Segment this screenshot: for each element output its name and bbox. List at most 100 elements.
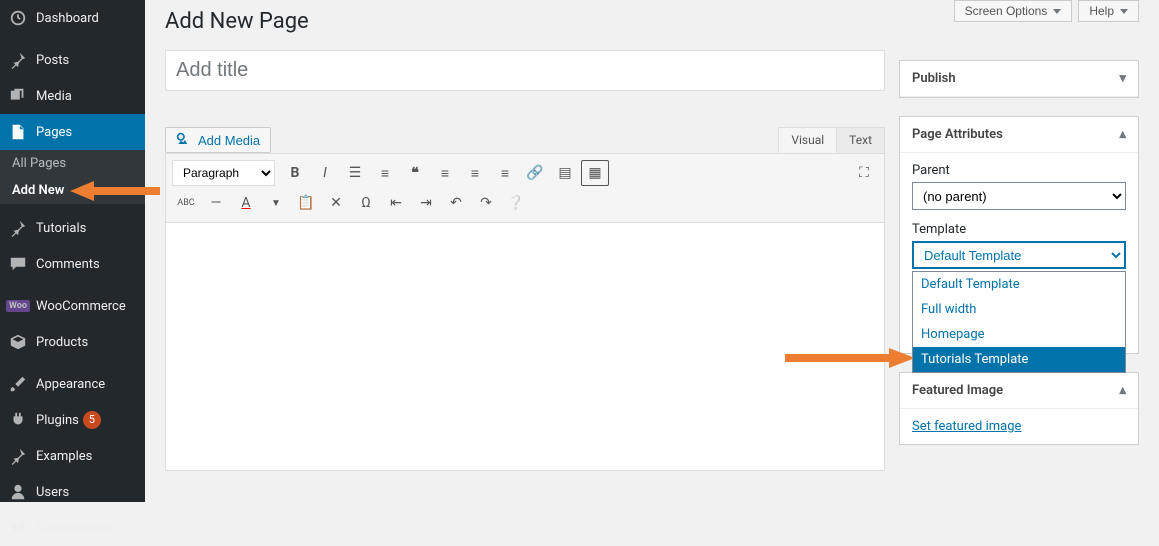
template-option[interactable]: Full width [913, 297, 1125, 322]
pages-icon [8, 122, 28, 142]
align-center-button[interactable]: ≡ [461, 160, 489, 186]
featured-image-metabox: Featured Image ▴ Set featured image [899, 372, 1139, 445]
link-button[interactable]: 🔗 [521, 160, 549, 186]
caret-down-icon [1053, 9, 1061, 14]
menu-posts[interactable]: Posts [0, 42, 145, 78]
title-input[interactable] [165, 50, 885, 91]
menu-examples[interactable]: Examples [0, 438, 145, 474]
menu-testimonials[interactable]: Testimonials [0, 510, 145, 546]
template-dropdown-list: Default Template Full width Homepage Tut… [912, 271, 1126, 373]
menu-label: Tutorials [36, 221, 86, 236]
pin-icon [8, 446, 28, 466]
menu-plugins[interactable]: Plugins 5 [0, 402, 145, 438]
outdent-button[interactable]: ⇤ [382, 190, 410, 216]
undo-button[interactable]: ↶ [442, 190, 470, 216]
page-attributes-title: Page Attributes [912, 127, 1003, 142]
menu-users[interactable]: Users [0, 474, 145, 510]
tab-text[interactable]: Text [837, 127, 885, 153]
template-option[interactable]: Homepage [913, 322, 1125, 347]
template-label: Template [912, 222, 1126, 237]
add-media-button[interactable]: Add Media [165, 127, 271, 153]
clear-button[interactable]: ✕ [322, 190, 350, 216]
menu-label: Plugins [36, 413, 79, 428]
more-button[interactable]: ▤ [551, 160, 579, 186]
textcolor-picker[interactable]: ▼ [262, 190, 290, 216]
toggle-icon[interactable]: ▴ [1119, 383, 1126, 398]
plugins-badge: 5 [83, 411, 101, 429]
quote-icon [8, 518, 28, 538]
comment-icon [8, 254, 28, 274]
plugin-icon [8, 410, 28, 430]
hr-button[interactable]: — [202, 190, 230, 216]
submenu-add-new[interactable]: Add New [0, 177, 145, 204]
woocommerce-icon: Woo [8, 296, 28, 316]
screen-options-button[interactable]: Screen Options [954, 0, 1073, 22]
menu-products[interactable]: Products [0, 324, 145, 360]
toggle-icon[interactable]: ▾ [1119, 71, 1126, 86]
menu-dashboard[interactable]: Dashboard [0, 0, 145, 36]
number-list-button[interactable]: ≡ [371, 160, 399, 186]
caret-down-icon [1120, 9, 1128, 14]
set-featured-image-link[interactable]: Set featured image [912, 419, 1021, 434]
template-select[interactable]: Default Template [912, 241, 1126, 269]
menu-pages[interactable]: Pages [0, 114, 145, 150]
fullscreen-button[interactable]: ⛶ [850, 160, 878, 186]
help-icon-button[interactable]: ❔ [502, 190, 530, 216]
paste-button[interactable]: 📋 [292, 190, 320, 216]
menu-media[interactable]: Media [0, 78, 145, 114]
toolbar-toggle-button[interactable]: ▦ [581, 160, 609, 186]
menu-label: Examples [36, 449, 92, 464]
editor-toolbar: Paragraph B I ☰ ≡ ❝ ≡ ≡ ≡ 🔗 ▤ ▦ ⛶ ABC — … [165, 153, 885, 223]
parent-label: Parent [912, 163, 1126, 178]
editor-canvas[interactable] [165, 223, 885, 471]
menu-label: Dashboard [36, 11, 99, 26]
strikethrough-button[interactable]: ABC [172, 190, 200, 216]
menu-label: Testimonials [36, 521, 110, 536]
page-attributes-metabox: Page Attributes ▴ Parent (no parent) Tem… [899, 116, 1139, 354]
admin-sidebar: Dashboard Posts Media Pages All Pages Ad… [0, 0, 145, 502]
textcolor-button[interactable]: A [232, 190, 260, 216]
special-char-button[interactable]: Ω [352, 190, 380, 216]
menu-label: Media [36, 89, 72, 104]
bold-button[interactable]: B [281, 160, 309, 186]
pin-icon [8, 218, 28, 238]
main-content: Screen Options Help Add New Page Add Med… [145, 0, 1159, 502]
media-icon [176, 132, 192, 148]
publish-title: Publish [912, 71, 956, 86]
media-icon [8, 86, 28, 106]
featured-image-title: Featured Image [912, 383, 1003, 398]
menu-label: Posts [36, 53, 69, 68]
tab-visual[interactable]: Visual [778, 127, 837, 153]
format-select[interactable]: Paragraph [172, 160, 275, 186]
menu-label: Comments [36, 257, 100, 272]
brush-icon [8, 374, 28, 394]
menu-label: WooCommerce [36, 299, 126, 314]
quote-button[interactable]: ❝ [401, 160, 429, 186]
parent-select[interactable]: (no parent) [912, 182, 1126, 210]
menu-label: Appearance [36, 377, 105, 392]
submenu-pages: All Pages Add New [0, 150, 145, 204]
menu-comments[interactable]: Comments [0, 246, 145, 282]
publish-metabox: Publish ▾ [899, 60, 1139, 98]
menu-label: Products [36, 335, 88, 350]
menu-woocommerce[interactable]: Woo WooCommerce [0, 288, 145, 324]
redo-button[interactable]: ↷ [472, 190, 500, 216]
template-option[interactable]: Tutorials Template [913, 347, 1125, 372]
indent-button[interactable]: ⇥ [412, 190, 440, 216]
dashboard-icon [8, 8, 28, 28]
submenu-all-pages[interactable]: All Pages [0, 150, 145, 177]
bullet-list-button[interactable]: ☰ [341, 160, 369, 186]
products-icon [8, 332, 28, 352]
menu-appearance[interactable]: Appearance [0, 366, 145, 402]
help-button[interactable]: Help [1078, 0, 1139, 22]
pin-icon [8, 50, 28, 70]
users-icon [8, 482, 28, 502]
toggle-icon[interactable]: ▴ [1119, 127, 1126, 142]
italic-button[interactable]: I [311, 160, 339, 186]
menu-tutorials[interactable]: Tutorials [0, 210, 145, 246]
template-option[interactable]: Default Template [913, 272, 1125, 297]
align-right-button[interactable]: ≡ [491, 160, 519, 186]
align-left-button[interactable]: ≡ [431, 160, 459, 186]
menu-label: Pages [36, 125, 72, 140]
menu-label: Users [36, 485, 69, 500]
